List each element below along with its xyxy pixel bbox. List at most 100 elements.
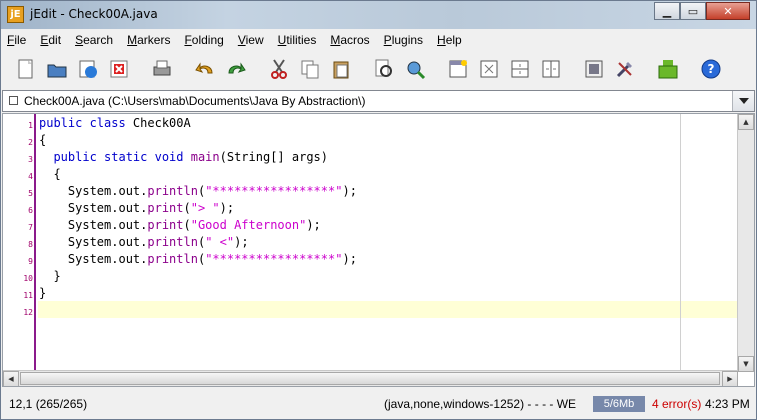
menu-utilities[interactable]: Utilities [278, 33, 317, 47]
string-token: " <" [205, 235, 235, 249]
split-horizontal-button[interactable] [507, 56, 533, 82]
code-token: ); [342, 252, 357, 266]
new-file-button[interactable] [13, 56, 39, 82]
minimize-button[interactable]: ▁ [654, 2, 680, 20]
line-number[interactable]: 4 [3, 172, 33, 181]
reload-icon [79, 60, 97, 78]
paste-icon [333, 61, 349, 79]
print-icon [153, 60, 171, 76]
redo-button[interactable] [223, 56, 249, 82]
jedit-window: jE jEdit - Check00A.java ▁ ▭ ✕ File Edit S… [0, 0, 757, 420]
svg-text:?: ? [708, 62, 715, 76]
method-token: println [147, 235, 198, 249]
status-bar: 12,1 (265/265) (java,none,windows-1252) … [1, 393, 756, 419]
code-token: System.out. [39, 252, 148, 266]
menu-label: earch [83, 33, 114, 47]
line-number-gutter[interactable]: 1 2 3 4 5 6 7 8 9 10 11 12 [3, 114, 36, 374]
line-number[interactable]: 3 [3, 155, 33, 164]
global-options-button[interactable] [612, 56, 638, 82]
line-number[interactable]: 11 [3, 291, 33, 300]
code-line[interactable]: { [39, 132, 46, 149]
title-bar[interactable]: jE jEdit - Check00A.java ▁ ▭ ✕ [1, 1, 756, 29]
find-icon [375, 59, 392, 77]
copy-button[interactable] [297, 56, 323, 82]
undo-button[interactable] [192, 56, 218, 82]
split-horizontal-icon [511, 60, 529, 78]
close-file-icon [110, 60, 128, 78]
close-file-button[interactable] [106, 56, 132, 82]
maximize-button[interactable]: ▭ [680, 2, 706, 20]
code-line[interactable]: System.out.println("*****************"); [39, 183, 357, 200]
menu-plugins[interactable]: Plugins [384, 33, 423, 47]
new-view-icon [449, 60, 467, 78]
caret-position[interactable]: 12,1 (265/265) [9, 397, 87, 411]
scroll-up-button[interactable]: ▲ [738, 114, 754, 130]
code-line[interactable]: { [39, 166, 60, 183]
menu-file[interactable]: File [7, 33, 26, 47]
menu-folding[interactable]: Folding [184, 33, 223, 47]
code-token: System.out. [39, 184, 148, 198]
scroll-right-button[interactable]: ▶ [722, 371, 738, 386]
code-line[interactable]: } [39, 268, 61, 285]
jedit-app-icon[interactable]: jE [7, 6, 24, 23]
unsplit-button[interactable] [476, 56, 502, 82]
text-area[interactable]: 1 2 3 4 5 6 7 8 9 10 11 12 public class Check00A{ p… [2, 113, 755, 387]
copy-icon [301, 60, 319, 79]
reload-button[interactable] [75, 56, 101, 82]
code-token: ); [234, 235, 249, 249]
memory-status[interactable]: 5/6Mb [593, 396, 645, 412]
scroll-down-button[interactable]: ▼ [738, 356, 754, 372]
error-count[interactable]: 4 error(s) [652, 397, 701, 411]
keyword-token: public static void [39, 150, 191, 164]
cut-button[interactable] [266, 56, 292, 82]
help-button[interactable]: ? [698, 56, 724, 82]
print-button[interactable] [149, 56, 175, 82]
buffer-switcher[interactable]: Check00A.java (C:\Users\mab\Documents\Ja… [2, 90, 755, 112]
buffer-dropdown-button[interactable] [732, 91, 754, 111]
line-number[interactable]: 8 [3, 240, 33, 249]
method-token: print [147, 201, 184, 215]
code-line[interactable]: System.out.print("> "); [39, 200, 234, 217]
line-number[interactable]: 7 [3, 223, 33, 232]
line-number[interactable]: 10 [3, 274, 33, 283]
new-file-icon [18, 59, 33, 79]
find-button[interactable] [371, 56, 397, 82]
close-button[interactable]: ✕ [706, 2, 750, 20]
code-token: ); [342, 184, 357, 198]
scroll-left-button[interactable]: ◀ [3, 371, 19, 386]
paste-button[interactable] [328, 56, 354, 82]
menu-mnemonic: U [277, 33, 287, 47]
code-line[interactable]: public static void main(String[] args) [39, 149, 328, 166]
menu-macros[interactable]: Macros [330, 33, 369, 47]
menu-view[interactable]: View [238, 33, 264, 47]
menu-edit[interactable]: Edit [40, 33, 61, 47]
line-number[interactable]: 9 [3, 257, 33, 266]
new-view-button[interactable] [445, 56, 471, 82]
buffer-unmodified-indicator [9, 96, 18, 105]
buffer-mode-info[interactable]: (java,none,windows-1252) - - - - WE [384, 397, 576, 411]
line-number[interactable]: 6 [3, 206, 33, 215]
menu-search[interactable]: Search [75, 33, 113, 47]
vertical-scrollbar[interactable]: ▲ ▼ [737, 114, 754, 372]
line-number[interactable]: 12 [3, 308, 33, 317]
menu-markers[interactable]: Markers [127, 33, 170, 47]
code-line[interactable]: System.out.println(" <"); [39, 234, 249, 251]
code-line[interactable]: System.out.println("*****************"); [39, 251, 357, 268]
help-icon: ? [701, 59, 721, 79]
plugin-manager-button[interactable] [655, 56, 681, 82]
line-number[interactable]: 5 [3, 189, 33, 198]
code-token: } [39, 269, 61, 283]
code-line[interactable]: public class Check00A [39, 115, 191, 132]
code-line[interactable]: System.out.print("Good Afternoon"); [39, 217, 321, 234]
line-number[interactable]: 2 [3, 138, 33, 147]
horizontal-scrollbar[interactable]: ◀ ▶ [3, 370, 738, 386]
find-next-button[interactable] [402, 56, 428, 82]
code-line[interactable]: } [39, 285, 46, 302]
chevron-down-icon [738, 98, 749, 104]
menu-help[interactable]: Help [437, 33, 462, 47]
split-vertical-button[interactable] [538, 56, 564, 82]
line-number[interactable]: 1 [3, 121, 33, 130]
horizontal-scroll-thumb[interactable] [20, 372, 720, 385]
open-file-button[interactable] [44, 56, 70, 82]
buffer-options-button[interactable] [581, 56, 607, 82]
